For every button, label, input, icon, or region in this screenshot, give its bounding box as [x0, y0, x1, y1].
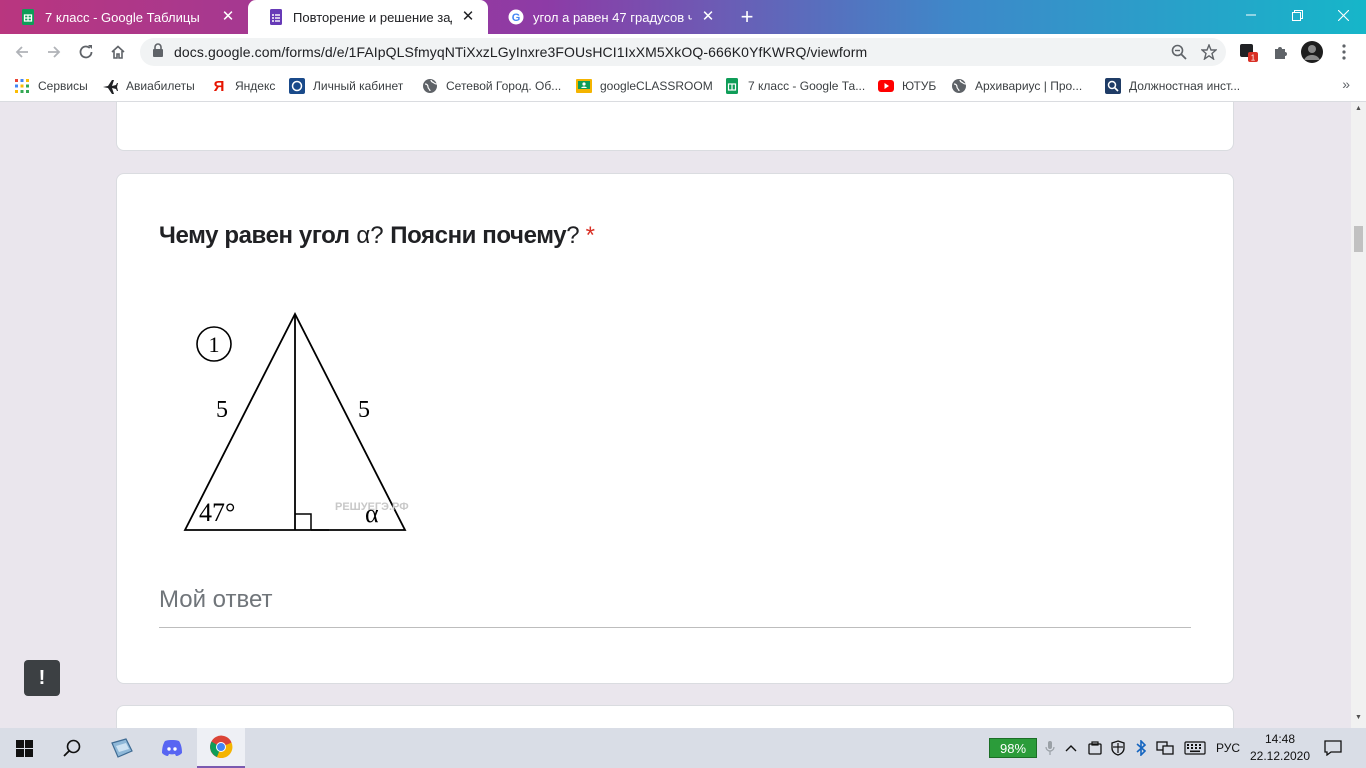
google-sheets-icon: [724, 78, 740, 94]
close-icon[interactable]: ✕: [220, 9, 236, 25]
globe-icon: [422, 78, 438, 94]
discord-icon: [162, 740, 182, 756]
bookmark-network-city[interactable]: Сетевой Город. Об...: [422, 76, 561, 96]
bookmark-google-sheets[interactable]: 7 класс - Google Та...: [724, 76, 865, 96]
question-card: Чему равен угол α? Поясни почему? * 1 5 5…: [116, 173, 1234, 684]
microphone-icon[interactable]: [1042, 738, 1058, 758]
taskbar-app-files[interactable]: [98, 728, 146, 768]
tab-strip: 7 класс - Google Таблицы ✕ Повторение и …: [0, 0, 1366, 34]
star-icon[interactable]: [1200, 43, 1218, 61]
extension-badge-count: 1: [1251, 54, 1256, 63]
system-clock[interactable]: 14:48 22.12.2020: [1244, 731, 1316, 765]
triangle-figure: 1 5 5 47° РЕШУЕГЭ.РФ α: [177, 302, 417, 542]
bookmark-job-description[interactable]: Должностная инст...: [1105, 76, 1240, 96]
angle-47-label: 47°: [199, 498, 235, 527]
globe-icon: [951, 78, 967, 94]
tray-app-icon[interactable]: [1086, 738, 1104, 758]
shield-icon[interactable]: [1109, 738, 1127, 758]
extension-badge-icon[interactable]: 1: [1236, 40, 1260, 64]
battery-indicator[interactable]: 98%: [989, 738, 1037, 758]
next-question-card: [116, 705, 1234, 728]
puzzle-icon[interactable]: [1268, 40, 1292, 64]
taskbar-app-chrome[interactable]: [197, 728, 245, 768]
bookmark-classroom[interactable]: googleCLASSROOM: [576, 76, 713, 96]
bookmark-youtube[interactable]: ЮТУБ: [878, 76, 936, 96]
lock-icon: [152, 42, 164, 62]
back-button[interactable]: [8, 38, 36, 66]
form-content: Чему равен угол α? Поясни почему? * 1 5 5…: [0, 102, 1351, 728]
scroll-up-arrow-icon[interactable]: ▲: [1354, 105, 1363, 112]
previous-question-card: [116, 102, 1234, 151]
files-app-icon: [111, 738, 133, 758]
language-indicator[interactable]: РУС: [1212, 738, 1244, 758]
bookmark-archivarius[interactable]: Архивариус | Про...: [951, 76, 1082, 96]
restore-button[interactable]: [1274, 0, 1320, 30]
required-asterisk: *: [585, 222, 595, 249]
bookmark-services[interactable]: Сервисы: [14, 76, 88, 96]
tab-google-search[interactable]: G угол а равен 47 градусов чему р ✕: [488, 0, 728, 34]
google-icon: G: [508, 9, 524, 25]
bookmark-airtickets[interactable]: Авиабилеты: [102, 76, 195, 96]
new-tab-button[interactable]: +: [733, 3, 761, 31]
tab-title: Повторение и решение задач п: [293, 9, 452, 25]
airplane-icon: [102, 78, 118, 94]
close-window-button[interactable]: [1320, 0, 1366, 30]
figure-number: 1: [209, 332, 220, 357]
report-problem-button[interactable]: !: [24, 660, 60, 696]
search-button[interactable]: [48, 728, 96, 768]
taskbar-app-discord[interactable]: [148, 728, 196, 768]
page-scrollbar[interactable]: ▲ ▼: [1351, 102, 1366, 728]
cabinet-icon: [289, 78, 305, 94]
bookmarks-bar: Сервисы Авиабилеты Я Яндекс Личный кабин…: [0, 70, 1366, 102]
question-title: Чему равен угол α? Поясни почему? *: [159, 222, 595, 249]
windows-logo-icon: [15, 739, 33, 757]
notifications-icon[interactable]: [1322, 738, 1344, 758]
bluetooth-icon[interactable]: [1133, 738, 1149, 758]
address-bar[interactable]: docs.google.com/forms/d/e/1FAIpQLSfmyqNT…: [140, 38, 1226, 66]
profile-avatar[interactable]: [1300, 40, 1324, 64]
tab-title: угол а равен 47 градусов чему р: [533, 9, 692, 25]
left-side-label: 5: [216, 397, 228, 423]
url-text: docs.google.com/forms/d/e/1FAIpQLSfmyqNT…: [174, 44, 868, 60]
clock-time: 14:48: [1264, 732, 1296, 746]
bookmark-cabinet[interactable]: Личный кабинет: [289, 76, 403, 96]
alpha-label: α: [365, 499, 379, 528]
reload-button[interactable]: [72, 38, 100, 66]
kebab-menu-icon[interactable]: [1332, 40, 1356, 64]
zoom-icon[interactable]: [1170, 43, 1188, 61]
close-icon[interactable]: ✕: [460, 9, 476, 25]
windows-taskbar: 98% РУС 14:48 22.12.2020: [0, 728, 1366, 768]
chrome-icon: [210, 735, 233, 758]
tab-google-sheets[interactable]: 7 класс - Google Таблицы ✕: [0, 0, 248, 34]
minimize-button[interactable]: [1228, 0, 1274, 30]
apps-grid-icon: [14, 78, 30, 94]
keyboard-icon[interactable]: [1183, 738, 1207, 758]
search-icon: [63, 739, 81, 757]
close-icon[interactable]: ✕: [700, 9, 716, 25]
yandex-icon: Я: [213, 77, 225, 95]
google-forms-icon: [268, 9, 284, 25]
forward-button[interactable]: [40, 38, 68, 66]
google-sheets-icon: [20, 9, 36, 25]
tab-google-forms[interactable]: Повторение и решение задач п ✕: [248, 0, 488, 34]
bookmark-yandex[interactable]: Я Яндекс: [211, 76, 276, 96]
start-button[interactable]: [0, 728, 48, 768]
chevron-up-icon[interactable]: [1062, 738, 1080, 758]
answer-input[interactable]: Мой ответ: [159, 586, 1191, 628]
home-button[interactable]: [104, 38, 132, 66]
browser-toolbar: docs.google.com/forms/d/e/1FAIpQLSfmyqNT…: [0, 34, 1366, 70]
scroll-down-arrow-icon[interactable]: ▼: [1354, 714, 1363, 721]
right-side-label: 5: [358, 397, 370, 423]
svg-text:G: G: [512, 12, 521, 24]
classroom-icon: [576, 78, 592, 94]
document-icon: [1105, 78, 1121, 94]
tab-title: 7 класс - Google Таблицы: [45, 9, 200, 25]
youtube-icon: [878, 78, 894, 94]
network-icon[interactable]: [1155, 738, 1175, 758]
scroll-thumb[interactable]: [1354, 226, 1363, 252]
bookmarks-overflow-icon[interactable]: »: [1342, 76, 1350, 92]
clock-date: 22.12.2020: [1249, 749, 1311, 763]
